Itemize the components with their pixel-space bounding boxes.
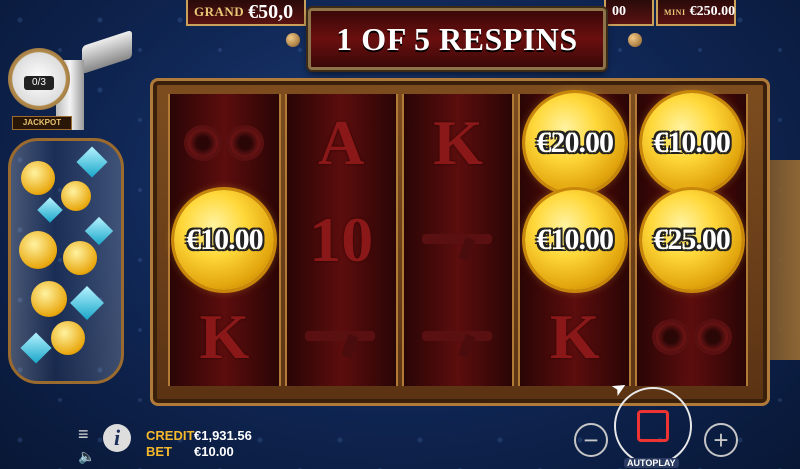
raygun-symbol bbox=[404, 191, 513, 288]
increase-bet-button[interactable]: + bbox=[704, 423, 738, 457]
respins-text: 1 OF 5 RESPINS bbox=[336, 20, 578, 57]
menu-icon[interactable]: ≡ bbox=[78, 424, 89, 445]
mini-jackpot-plaque: MINI €250.00 bbox=[656, 0, 736, 26]
mini-value: €250.00 bbox=[689, 4, 736, 19]
info-button[interactable]: i bbox=[103, 424, 131, 452]
credit-value: €1,931.56 bbox=[194, 428, 252, 443]
bolt-icon bbox=[286, 33, 300, 47]
k-symbol: K bbox=[199, 300, 250, 372]
coin-symbol: €10.00 bbox=[170, 189, 279, 290]
jackpot-tube bbox=[0, 130, 150, 390]
jackpot-tube-glass bbox=[8, 138, 124, 384]
ten-symbol: 10 bbox=[309, 203, 374, 275]
bet-label: BET bbox=[146, 444, 172, 459]
decrease-bet-button[interactable]: − bbox=[574, 423, 608, 457]
mini-label: MINI bbox=[664, 7, 686, 17]
sound-icon[interactable]: 🔈 bbox=[78, 448, 95, 465]
goggles-symbol bbox=[170, 94, 279, 191]
credit-label: CREDIT bbox=[146, 428, 195, 443]
grand-label: GRAND bbox=[194, 4, 245, 19]
k-symbol: K bbox=[433, 106, 483, 178]
stop-spin-button[interactable] bbox=[614, 387, 692, 465]
coin-symbol: €25.00 bbox=[637, 189, 746, 290]
autoplay-button[interactable]: AUTOPLAY bbox=[624, 458, 679, 468]
raygun-symbol bbox=[404, 288, 513, 385]
reel-3: K bbox=[401, 94, 515, 386]
reel-1: €10.00 K bbox=[168, 94, 281, 386]
respins-banner: 1 OF 5 RESPINS bbox=[308, 8, 606, 70]
grand-jackpot-plaque: GRAND €50,0 bbox=[186, 0, 306, 26]
bet-value: €10.00 bbox=[194, 444, 234, 459]
bolt-icon bbox=[628, 33, 642, 47]
minor-jackpot-plaque: 00 bbox=[604, 0, 654, 26]
jackpot-label: JACKPOT bbox=[12, 116, 72, 130]
coin-symbol: €20.00 bbox=[520, 92, 629, 193]
raygun-symbol bbox=[287, 288, 396, 385]
coin-symbol: €10.00 bbox=[637, 92, 746, 193]
reels-grid: €10.00 K A 10 K €20.00 €10.00 K €10.00 €… bbox=[168, 92, 748, 386]
k-symbol: K bbox=[549, 300, 600, 372]
reel-2: A 10 bbox=[284, 94, 398, 386]
grand-value: €50,0 bbox=[248, 0, 294, 23]
a-symbol: A bbox=[318, 106, 365, 178]
coin-symbol: €10.00 bbox=[520, 189, 629, 290]
goggles-symbol bbox=[637, 288, 746, 385]
reel-5: €10.00 €25.00 bbox=[635, 92, 748, 386]
minor-value: 00 bbox=[612, 4, 626, 19]
reel-4: €20.00 €10.00 K bbox=[518, 92, 632, 386]
jackpot-counter: 0/3 bbox=[24, 76, 54, 90]
stop-icon bbox=[637, 410, 669, 442]
jackpot-gauge-icon: 0/3 bbox=[8, 48, 70, 110]
